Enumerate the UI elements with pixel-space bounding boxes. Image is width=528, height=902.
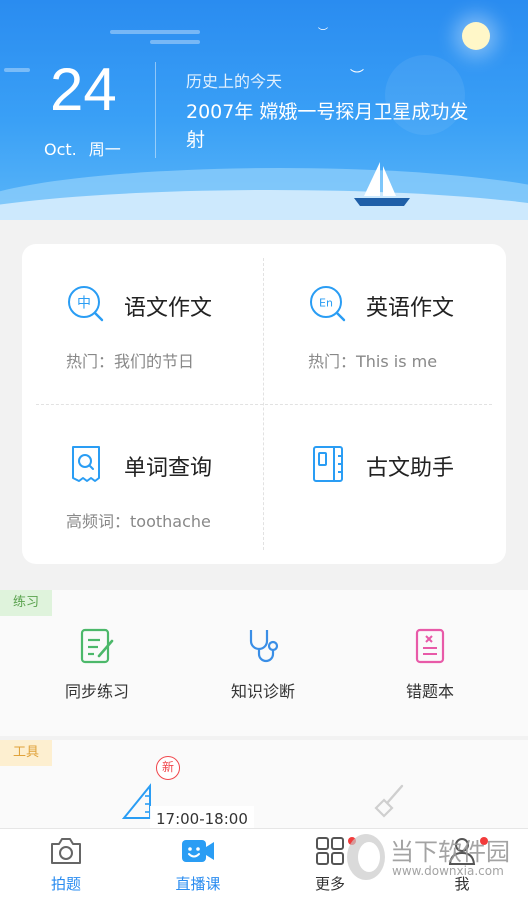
cloud-decoration [150,40,200,44]
nav-item-live-class[interactable]: 直播课 [158,835,238,894]
practice-sync-exercise[interactable]: 同步练习 [37,626,157,702]
svg-text:En: En [319,297,333,310]
tool-hot-topic: 热门：This is me [308,352,438,371]
tool-chinese-composition[interactable]: 中 语文作文 热门：我们的节日 [22,244,242,384]
nav-item-photo-search[interactable]: 拍题 [26,835,106,894]
practice-label: 知识诊断 [230,682,295,701]
practice-knowledge-diagnosis[interactable]: 知识诊断 [203,626,323,702]
date-day: 24 [50,56,117,123]
history-event: 2007年 嫦娥一号探月卫星成功发射 [186,101,469,151]
cloud-decoration [4,68,30,72]
nav-label: 拍题 [50,875,81,893]
tool-name: 古文助手 [366,456,455,481]
tool-hot-topic: 热门：我们的节日 [66,352,195,371]
tool-name: 语文作文 [124,296,213,321]
watermark-brand: 当下软件园 [390,838,510,866]
tool-classical-chinese[interactable]: 古文助手 [264,404,484,544]
live-video-icon [182,840,214,862]
tool-word-lookup[interactable]: 单词查询 高频词：toothache [22,404,242,544]
stethoscope-icon [249,630,279,663]
section-tag: 工具 [0,740,52,766]
nav-label: 直播课 [175,875,221,893]
bird-icon: ︶ [350,69,364,85]
tools-section: 工具 [0,740,528,830]
history-label: 历史上的今天 [186,72,283,91]
practice-wrong-book[interactable]: 错题本 [370,626,490,702]
chinese-char-search-icon: 中 [68,286,104,322]
section-tag: 练习 [0,590,52,616]
cloud-decoration [110,30,200,34]
today-in-history-banner[interactable]: ︶ ︶ 24 Oct. 周一 历史上的今天 2007年 嫦娥一号探月卫星成功发射 [0,0,528,220]
moon-icon [462,22,490,50]
practice-label: 错题本 [405,682,454,701]
divider [155,62,156,158]
edit-note-icon [80,628,114,664]
tool-name: 单词查询 [124,456,213,481]
tool-english-composition[interactable]: En 英语作文 热门：This is me [264,244,484,384]
watermark-url: www.downxia.com [392,864,504,878]
date-weekday: 周一 [88,140,121,159]
wrong-book-icon [415,628,445,664]
classical-book-icon [313,446,343,482]
sailboat-icon [354,162,410,206]
date-month: Oct. [44,140,77,159]
practice-label: 同步练习 [64,682,129,701]
svg-text:中: 中 [77,296,91,312]
watermark-logo [347,834,385,880]
site-watermark: 当下软件园 www.downxia.com [342,830,528,884]
practice-section: 练习 同步练习 知识诊断 错题本 [0,590,528,736]
writing-tools-card: 中 语文作文 热门：我们的节日 En 英语作文 热门：This is me 单词… [22,244,506,564]
word-lookup-icon [72,446,100,482]
camera-icon [51,838,81,864]
shovel-icon[interactable] [370,780,406,820]
tool-hot-word: 高频词：toothache [66,512,211,531]
bird-icon: ︶ [318,28,328,39]
new-badge: 新 [156,756,180,780]
date-month-weekday: Oct. 周一 [44,136,133,160]
english-search-icon: En [310,286,346,322]
tool-name: 英语作文 [366,296,455,321]
